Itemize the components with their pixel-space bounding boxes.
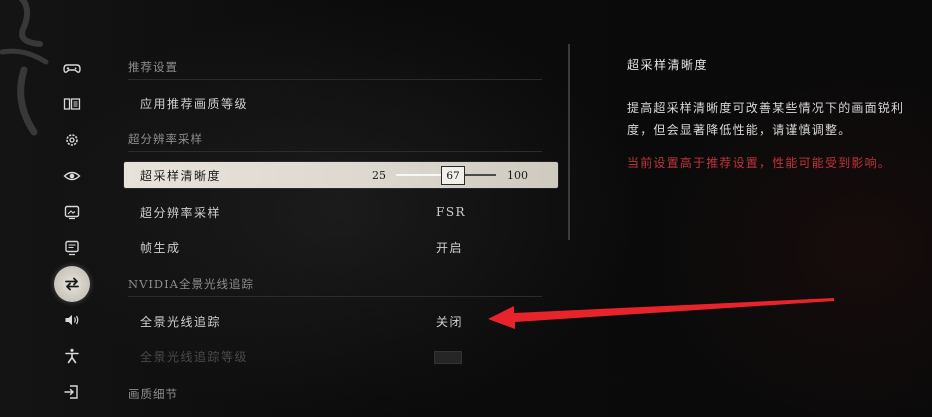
gear-icon (66, 134, 78, 146)
sidebar-item-image[interactable] (54, 194, 90, 230)
description-panel: 超采样清晰度 提高超采样清晰度可改善某些情况下的画面锐利度，但会显著降低性能，请… (627, 56, 917, 173)
sharpness-slider[interactable]: 67 (396, 166, 496, 185)
performance-warning: 当前设置高于推荐设置，性能可能受到影响。 (627, 156, 892, 170)
section-heading-raytracing: NVIDIA全景光线追踪 (128, 276, 542, 297)
monitor-icon (65, 240, 79, 256)
rt-level-disabled-control (434, 351, 462, 364)
sidebar-item-display-mode[interactable] (54, 86, 90, 122)
setting-row-upscaling-method[interactable]: 超分辨率采样 FSR (124, 199, 558, 225)
category-sidebar (52, 50, 92, 417)
setting-row-rt-level: 全景光线追踪等级 (124, 343, 558, 369)
sharpness-min: 25 (372, 168, 386, 182)
setting-row-sharpness[interactable]: 超采样清晰度 25 67 100 (124, 162, 558, 188)
description-body: 提高超采样清晰度可改善某些情况下的画面锐利度，但会显著降低性能，请谨慎调整。 (627, 101, 905, 137)
frame-gen-value: 开启 (436, 240, 464, 255)
sidebar-item-general[interactable] (54, 122, 90, 158)
display-mode-icon (63, 98, 81, 110)
sidebar-item-gamepad[interactable] (54, 50, 90, 86)
upscaling-method-value: FSR (436, 205, 467, 219)
apply-recommended-button[interactable]: 应用推荐画质等级 (124, 90, 558, 116)
sharpness-label: 超采样清晰度 (140, 168, 222, 183)
annotation-arrow (488, 298, 834, 329)
section-heading-recommended: 推荐设置 (128, 59, 542, 80)
frame-gen-label: 帧生成 (140, 240, 181, 255)
sidebar-item-graphics[interactable] (54, 266, 90, 302)
panel-divider (568, 44, 570, 240)
rt-level-label: 全景光线追踪等级 (140, 349, 249, 364)
sidebar-item-accessibility[interactable] (54, 338, 90, 374)
sidebar-item-visual[interactable] (54, 158, 90, 194)
gamepad-icon (63, 64, 81, 73)
description-title: 超采样清晰度 (627, 58, 709, 72)
section-heading-upscaling: 超分辨率采样 (128, 131, 542, 152)
eye-icon (63, 171, 81, 181)
apply-recommended-label: 应用推荐画质等级 (140, 96, 249, 111)
image-frame-icon (64, 205, 80, 220)
settings-screen: 推荐设置 应用推荐画质等级 超分辨率采样 超采样清晰度 25 67 100 超分… (0, 0, 932, 417)
sidebar-item-audio[interactable] (54, 302, 90, 338)
speaker-icon (65, 315, 79, 325)
swap-arrows-icon (65, 277, 79, 291)
accessibility-icon (65, 348, 79, 364)
full-rt-label: 全景光线追踪 (140, 314, 222, 329)
setting-row-frame-gen[interactable]: 帧生成 开启 (124, 234, 558, 260)
full-rt-value: 关闭 (436, 314, 464, 329)
upscaling-method-label: 超分辨率采样 (140, 205, 222, 220)
sidebar-item-monitor[interactable] (54, 230, 90, 266)
sharpness-slider-thumb[interactable]: 67 (441, 166, 465, 185)
sharpness-max: 100 (507, 168, 528, 182)
section-heading-detail: 画质细节 (128, 387, 178, 401)
exit-icon (64, 385, 78, 399)
sidebar-item-exit[interactable] (54, 374, 90, 410)
